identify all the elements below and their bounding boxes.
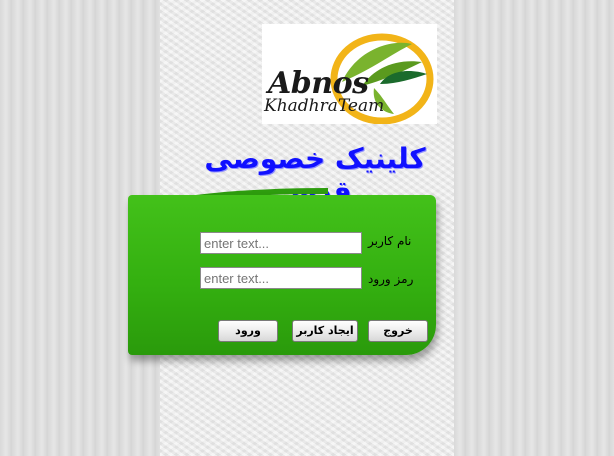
username-label: نام کاربر	[368, 234, 412, 248]
create-user-button[interactable]: ایجاد کاربر	[292, 320, 358, 342]
password-input[interactable]	[200, 267, 362, 289]
login-button[interactable]: ورود	[218, 320, 278, 342]
logo: Abnos KhadhraTeam	[262, 24, 437, 124]
exit-button[interactable]: خروج	[368, 320, 428, 342]
password-label: رمز ورود	[368, 272, 414, 286]
username-input[interactable]	[200, 232, 362, 254]
logo-subtitle: KhadhraTeam	[264, 96, 385, 116]
background-right	[454, 0, 614, 456]
